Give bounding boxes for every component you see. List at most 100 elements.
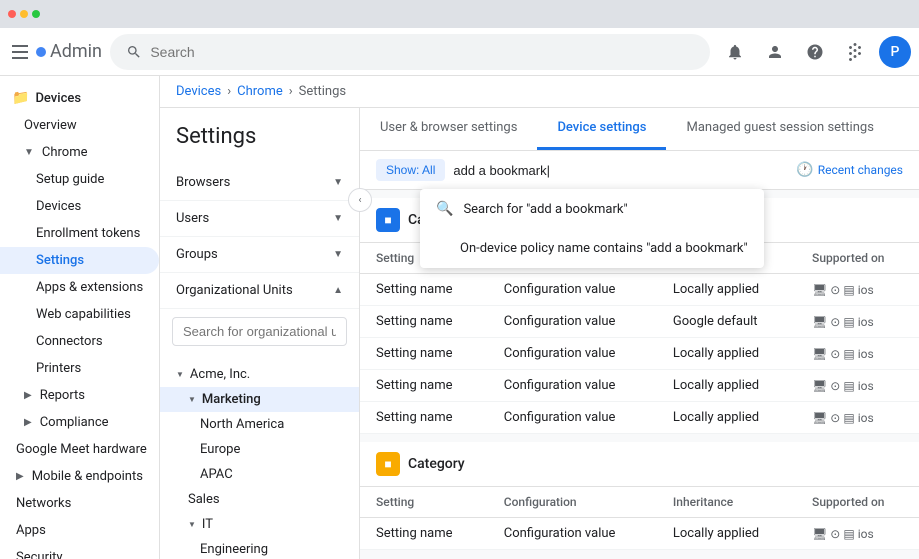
- mobile-endpoints-label: Mobile & endpoints: [32, 469, 143, 484]
- app-layout: 📁 Devices Overview ▼ Chrome Setup guide …: [0, 76, 919, 559]
- recent-changes-button[interactable]: 🕐 Recent changes: [796, 162, 903, 178]
- breadcrumb-sep-2: ›: [289, 84, 293, 99]
- chrome-label: Chrome: [42, 145, 88, 160]
- sidebar-item-web-capabilities[interactable]: Web capabilities: [0, 301, 159, 328]
- apac-label: APAC: [200, 467, 233, 482]
- supported-icons: 🖥 ⊙ ▤ ios: [796, 518, 919, 550]
- avatar-button[interactable]: P: [879, 36, 911, 68]
- sidebar-item-chrome[interactable]: ▼ Chrome: [0, 139, 159, 166]
- inheritance-value: Locally applied: [657, 370, 796, 402]
- settings-title: Settings: [160, 124, 359, 165]
- supported-icons: 🖥 ⊙ ▤ ios: [796, 306, 919, 338]
- sidebar-item-security[interactable]: Security: [0, 544, 159, 559]
- setting-name: Setting name: [360, 370, 488, 402]
- devices-sub-label: Devices: [36, 199, 81, 214]
- android-icon: ⊙: [830, 347, 840, 361]
- sidebar-item-enrollment[interactable]: Enrollment tokens: [0, 220, 159, 247]
- supported-icons: 🖥 ⊙ ▤ ios: [796, 370, 919, 402]
- config-value: Configuration value: [488, 306, 657, 338]
- sidebar-item-overview[interactable]: Overview: [0, 112, 159, 139]
- org-search-input[interactable]: [172, 317, 347, 346]
- config-value: Configuration value: [488, 402, 657, 434]
- top-bar-left: Admin: [8, 40, 102, 64]
- col-setting-2: Setting: [360, 487, 488, 518]
- sidebar-item-setup-guide[interactable]: Setup guide: [0, 166, 159, 193]
- dropdown-search-item[interactable]: 🔍 Search for "add a bookmark": [420, 189, 764, 229]
- it-expand-icon: ▼: [188, 520, 196, 529]
- tab-user-browser-settings[interactable]: User & browser settings: [360, 108, 537, 150]
- tab-device-settings[interactable]: Device settings: [537, 108, 666, 150]
- sidebar-item-mobile-endpoints[interactable]: ▶ Mobile & endpoints: [0, 463, 159, 490]
- sidebar-item-google-meet[interactable]: Google Meet hardware: [0, 436, 159, 463]
- devices-label: Devices: [35, 91, 81, 106]
- security-label: Security: [16, 550, 63, 559]
- settings-panel: Settings Browsers ▼ Users ▼ Groups ▼ Org…: [160, 108, 360, 559]
- sidebar-item-networks[interactable]: Networks: [0, 490, 159, 517]
- breadcrumb-devices[interactable]: Devices: [176, 84, 221, 99]
- sidebar-item-printers[interactable]: Printers: [0, 355, 159, 382]
- notifications-button[interactable]: [719, 36, 751, 68]
- sidebar-item-settings[interactable]: Settings: [0, 247, 159, 274]
- north-america-label: North America: [200, 417, 284, 432]
- browsers-label: Browsers: [176, 175, 230, 190]
- settings-nav-users[interactable]: Users ▼: [160, 201, 359, 237]
- minimize-dot[interactable]: [20, 10, 28, 18]
- sidebar-item-devices-sub[interactable]: Devices: [0, 193, 159, 220]
- dropdown-policy-label: On-device policy name contains "add a bo…: [460, 241, 748, 256]
- breadcrumb-sep-1: ›: [227, 84, 231, 99]
- org-europe[interactable]: Europe: [160, 437, 359, 462]
- content-area: Settings Browsers ▼ Users ▼ Groups ▼ Org…: [160, 108, 919, 559]
- category-name-2: Category: [408, 456, 465, 472]
- app-title: Admin: [50, 41, 102, 62]
- org-marketing[interactable]: ▼ Marketing: [160, 387, 359, 412]
- settings-nav-browsers[interactable]: Browsers ▼: [160, 165, 359, 201]
- filter-input[interactable]: [453, 163, 788, 178]
- setup-guide-label: Setup guide: [36, 172, 104, 187]
- ios-icon: ios: [858, 527, 874, 541]
- maximize-dot[interactable]: [32, 10, 40, 18]
- help-button[interactable]: [799, 36, 831, 68]
- collapse-panel-button[interactable]: ‹: [348, 188, 372, 212]
- org-it[interactable]: ▼ IT: [160, 512, 359, 537]
- dropdown-policy-item[interactable]: On-device policy name contains "add a bo…: [420, 229, 764, 268]
- search-icon: [126, 44, 142, 60]
- org-north-america[interactable]: North America: [160, 412, 359, 437]
- sidebar-item-apps-extensions[interactable]: Apps & extensions: [0, 274, 159, 301]
- org-company[interactable]: ▼ Acme, Inc.: [160, 362, 359, 387]
- setting-name: Setting name: [360, 518, 488, 550]
- sidebar-item-connectors[interactable]: Connectors: [0, 328, 159, 355]
- browser-strip: [0, 0, 919, 28]
- sidebar-item-devices[interactable]: 📁 Devices: [0, 84, 159, 112]
- col-configuration-2: Configuration: [488, 487, 657, 518]
- table-row: Setting name Configuration value Locally…: [360, 518, 919, 550]
- settings-table-2: Setting Configuration Inheritance Suppor…: [360, 487, 919, 550]
- ios-icon: ios: [858, 379, 874, 393]
- search-bar[interactable]: [110, 34, 710, 70]
- apps-button[interactable]: [839, 36, 871, 68]
- contacts-button[interactable]: [759, 36, 791, 68]
- category-block-2: ■ Category Setting Configuration Inherit…: [360, 442, 919, 550]
- breadcrumb-settings: Settings: [299, 84, 346, 99]
- chromebook-icon: ▤: [843, 283, 854, 297]
- compliance-label: Compliance: [40, 415, 109, 430]
- col-inheritance-2: Inheritance: [657, 487, 796, 518]
- android-icon: ⊙: [830, 411, 840, 425]
- connectors-label: Connectors: [36, 334, 103, 349]
- search-input[interactable]: [150, 44, 694, 60]
- config-value: Configuration value: [488, 338, 657, 370]
- org-sales[interactable]: Sales: [160, 487, 359, 512]
- settings-nav-org-units[interactable]: Organizational Units ▲: [160, 273, 359, 309]
- settings-nav-groups[interactable]: Groups ▼: [160, 237, 359, 273]
- close-dot[interactable]: [8, 10, 16, 18]
- tab-managed-guest[interactable]: Managed guest session settings: [666, 108, 893, 150]
- sidebar-item-apps[interactable]: Apps: [0, 517, 159, 544]
- breadcrumb-chrome[interactable]: Chrome: [237, 84, 283, 99]
- desktop-icon: 🖥: [812, 347, 827, 361]
- org-apac[interactable]: APAC: [160, 462, 359, 487]
- menu-icon[interactable]: [8, 40, 32, 64]
- show-all-button[interactable]: Show: All: [376, 159, 445, 181]
- sidebar-item-compliance[interactable]: ▶ Compliance: [0, 409, 159, 436]
- sidebar-item-reports[interactable]: ▶ Reports: [0, 382, 159, 409]
- org-engineering[interactable]: Engineering: [160, 537, 359, 559]
- table-row: Setting name Configuration value Locally…: [360, 402, 919, 434]
